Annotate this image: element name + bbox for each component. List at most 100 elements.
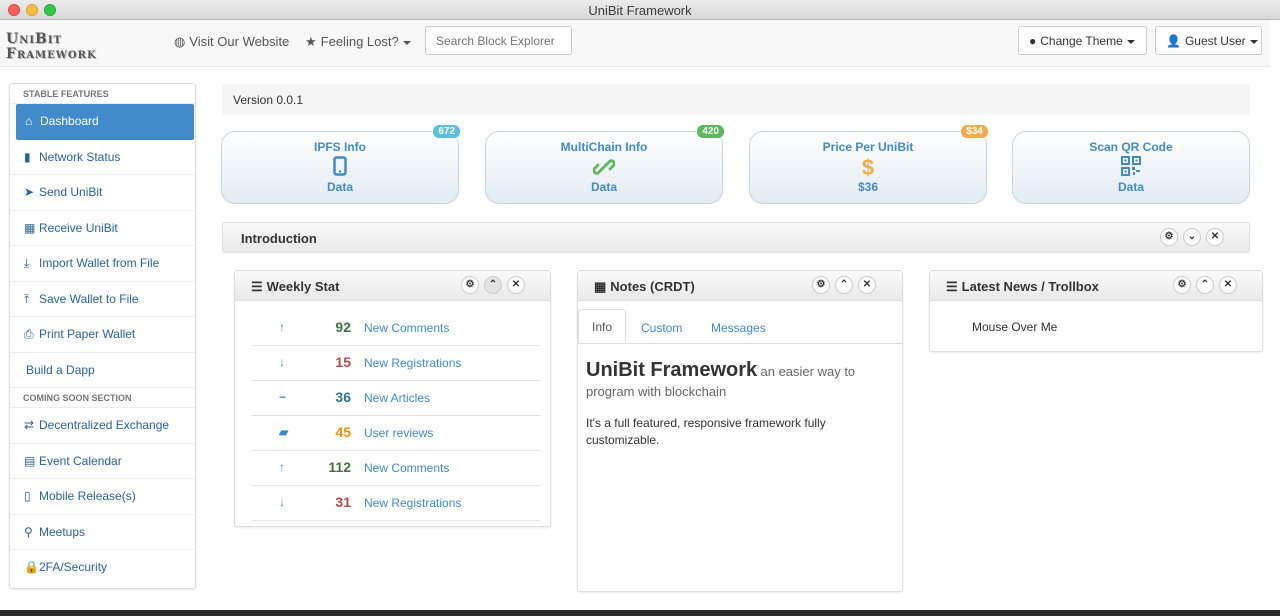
stat-label[interactable]: User reviews	[364, 426, 433, 440]
lock-icon: 🔒	[24, 560, 39, 574]
feeling-lost-label: Feeling Lost?	[320, 34, 399, 49]
tab-messages[interactable]: Messages	[698, 311, 779, 345]
brand-line-2: Framework	[6, 46, 97, 62]
sidebar-item-label: Receive UniBit	[39, 220, 118, 235]
panel-header: ☰ Latest News / Trollbox ⚙ ⌃ ✕	[930, 271, 1262, 301]
window-title: UniBit Framework	[588, 3, 692, 18]
sidebar-header-stable: STABLE FEATURES	[10, 84, 195, 104]
stat-count: 112	[328, 459, 351, 475]
notes-title: ▦ Notes (CRDT)	[594, 279, 695, 295]
sidebar-item-label: Meetups	[39, 524, 86, 539]
phone-icon	[222, 156, 458, 179]
chevron-up-icon[interactable]: ⌃	[484, 276, 502, 294]
notes-heading: UniBit Framework	[586, 359, 758, 381]
stat-label[interactable]: New Registrations	[364, 496, 461, 510]
print-icon: ⎙	[24, 327, 34, 341]
scan-qr-card[interactable]: Scan QR Code Data	[1012, 131, 1250, 204]
stat-count: 31	[335, 494, 351, 510]
settings-icon[interactable]: ⚙	[1173, 276, 1191, 294]
sidebar-item-label: Decentralized Exchange	[39, 418, 170, 432]
stat-count: 36	[335, 389, 351, 405]
chevron-down-icon[interactable]: ⌄	[1183, 228, 1201, 246]
brand-logo[interactable]: UniBit Framework	[6, 32, 97, 62]
price-per-unibit-card[interactable]: $34 Price Per UniBit $ $36	[749, 124, 989, 204]
sidebar-item-event-calendar[interactable]: ▤ Event Calendar	[10, 444, 195, 479]
sidebar-item-label: Network Status	[39, 149, 121, 164]
weekly-stat-panel: ☰ Weekly Stat ⚙ ⌃ ✕ ↑ 92 New Comments ↓ 1…	[234, 270, 551, 527]
chevron-up-icon[interactable]: ⌃	[1196, 276, 1214, 294]
close-icon[interactable]: ✕	[1219, 276, 1237, 294]
calendar-icon: ▤	[24, 453, 36, 468]
settings-icon[interactable]: ⚙	[812, 276, 830, 294]
card-value: Data	[326, 180, 353, 194]
introduction-title: Introduction	[241, 231, 317, 246]
list-icon: ☰	[251, 279, 263, 294]
sidebar-item-label: Print Paper Wallet	[39, 327, 136, 341]
latest-news-panel: ☰ Latest News / Trollbox ⚙ ⌃ ✕ Mouse Over…	[929, 270, 1263, 352]
tint-icon: ●	[1029, 34, 1037, 48]
visit-website-label: Visit Our Website	[189, 34, 290, 49]
sidebar-item-label: Save Wallet to File	[39, 291, 139, 306]
link-icon	[486, 156, 722, 179]
card-value: Data	[590, 180, 617, 194]
stat-label[interactable]: New Registrations	[364, 356, 461, 370]
notes-content: UniBit Framework an easier way to progra…	[586, 360, 886, 402]
sidebar: STABLE FEATURES ⌂ Dashboard ▮ Network Stat…	[9, 83, 196, 589]
close-icon[interactable]: ✕	[858, 276, 876, 294]
stat-row: − 36 New Articles	[251, 381, 541, 416]
ipfs-badge: 672	[432, 124, 461, 139]
sidebar-item-print-paper-wallet[interactable]: ⎙ Print Paper Wallet	[10, 317, 195, 353]
introduction-panel: Introduction ⚙ ⌄ ✕	[222, 222, 1250, 253]
block-explorer-search-input[interactable]	[425, 26, 572, 55]
close-icon[interactable]: ✕	[1206, 228, 1224, 246]
ipfs-info-card[interactable]: 672 IPFS Info Data	[221, 124, 461, 204]
home-icon: ⌂	[25, 114, 33, 128]
stat-count: 45	[335, 424, 351, 440]
phone-icon: ▯	[24, 489, 31, 503]
star-icon: ★	[305, 34, 317, 49]
caret-down-icon	[402, 40, 411, 45]
feeling-lost-dropdown[interactable]: ★ Feeling Lost?	[305, 34, 411, 50]
save-icon: ⤒	[24, 291, 30, 306]
sidebar-item-import-wallet[interactable]: ⤓ Import Wallet from File	[10, 246, 195, 282]
sidebar-item-dashboard[interactable]: ⌂ Dashboard	[16, 104, 194, 140]
change-theme-button[interactable]: ● Change Theme	[1018, 26, 1147, 55]
sidebar-item-label: 2FA/Security	[39, 560, 108, 574]
version-bar: Version 0.0.1	[222, 84, 1250, 115]
sidebar-item-2fa-security[interactable]: 🔒2FA/Security	[10, 550, 195, 586]
multichain-info-card[interactable]: 420 MultiChain Info Data	[485, 124, 725, 204]
stat-label[interactable]: New Comments	[364, 461, 449, 475]
card-title: MultiChain Info	[560, 140, 648, 154]
stat-label[interactable]: New Articles	[364, 391, 430, 405]
notes-tabs: Info Custom Messages	[578, 309, 903, 345]
up-arrow-icon: ↑	[279, 320, 285, 334]
sidebar-item-decentralized-exchange[interactable]: ⇄ Decentralized Exchange	[10, 408, 195, 444]
settings-icon[interactable]: ⚙	[461, 276, 479, 294]
window-titlebar: UniBit Framework	[0, 0, 1280, 20]
close-icon[interactable]: ✕	[507, 276, 525, 294]
tab-info[interactable]: Info	[578, 309, 627, 343]
panel-title-text: Latest News / Trollbox	[961, 279, 1099, 294]
sidebar-item-send-unibit[interactable]: ➤ Send UniBit	[10, 175, 195, 211]
sidebar-item-label: Build a Dapp	[26, 362, 95, 377]
sidebar-item-build-dapp[interactable]: Build a Dapp	[10, 353, 195, 388]
guest-user-button[interactable]: 👤 Guest User	[1155, 26, 1262, 55]
news-body[interactable]: Mouse Over Me	[972, 320, 1057, 334]
bar-chart-icon: ▮	[24, 149, 31, 164]
stat-row: ↓ 15 New Registrations	[251, 346, 541, 381]
card-title: Scan QR Code	[1089, 140, 1173, 154]
visit-website-link[interactable]: ◍ Visit Our Website	[174, 34, 289, 50]
chevron-up-icon[interactable]: ⌃	[835, 276, 853, 294]
stat-label[interactable]: New Comments	[364, 321, 449, 335]
user-icon: 👤	[1166, 34, 1181, 48]
send-icon: ➤	[24, 185, 35, 199]
sidebar-item-receive-unibit[interactable]: ▦ Receive UniBit	[10, 211, 195, 246]
sidebar-item-meetups[interactable]: ⚲ Meetups	[10, 515, 195, 550]
settings-icon[interactable]: ⚙	[1160, 228, 1178, 246]
sidebar-item-mobile-release[interactable]: ▯ Mobile Release(s)	[10, 479, 195, 515]
sidebar-item-network-status[interactable]: ▮ Network Status	[10, 140, 195, 175]
stat-row: ↑ 112 New Comments	[251, 451, 541, 486]
sidebar-item-save-wallet[interactable]: ⤒ Save Wallet to File	[10, 282, 195, 317]
tab-custom[interactable]: Custom	[628, 311, 695, 345]
notes-panel: ▦ Notes (CRDT) ⚙ ⌃ ✕ Info Custom Messages…	[577, 270, 903, 592]
